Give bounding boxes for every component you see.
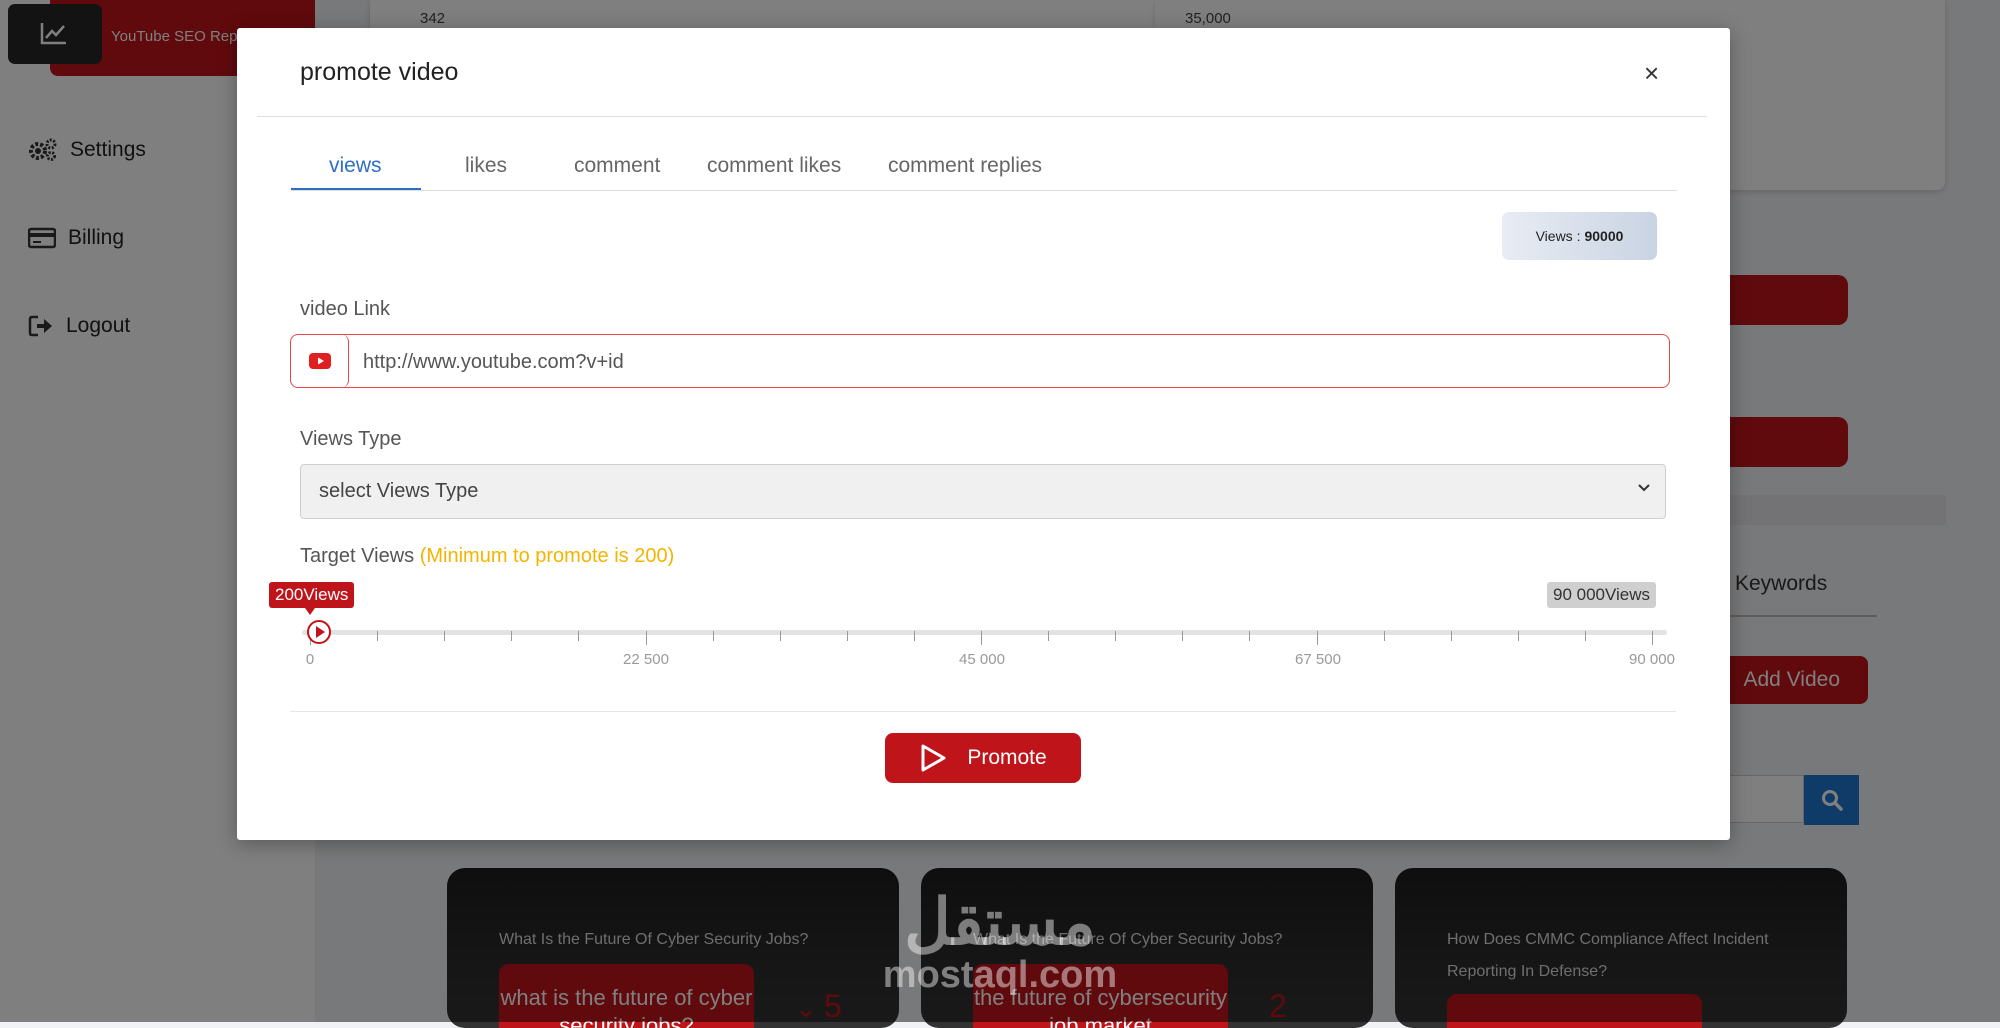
views-type-select[interactable]: select Views Type xyxy=(300,464,1666,519)
slider-tick xyxy=(1584,631,1586,641)
watermark-latin: mostaql.com xyxy=(882,954,1118,996)
views-balance-badge: Views : 90000 xyxy=(1502,212,1657,260)
slider-tick xyxy=(846,631,848,641)
slider-tick xyxy=(1182,631,1184,641)
slider-thumb[interactable] xyxy=(306,620,331,644)
promote-label: Promote xyxy=(967,746,1047,769)
video-link-field xyxy=(290,334,1670,388)
slider-max-pill: 90 000Views xyxy=(1547,582,1657,608)
slider-tick xyxy=(981,631,982,645)
target-views-label: Target Views (Minimum to promote is 200) xyxy=(300,545,674,568)
video-link-input[interactable] xyxy=(361,341,1655,383)
tab-likes[interactable]: likes xyxy=(465,154,507,178)
youtube-icon xyxy=(308,353,331,369)
watermark: مستقل mostaql.com xyxy=(878,890,1122,997)
tab-views[interactable]: views xyxy=(329,154,382,178)
tick-label-3: 67 500 xyxy=(1295,651,1341,668)
slider-tick xyxy=(578,631,580,641)
slider-tick xyxy=(645,631,647,645)
slider-tick xyxy=(1450,631,1452,641)
slider-tick xyxy=(1115,631,1117,641)
views-type-selected: select Views Type xyxy=(319,480,479,502)
active-tab-indicator xyxy=(291,188,421,190)
modal-divider xyxy=(257,116,1707,117)
slider-tick xyxy=(779,631,781,641)
slider-tick xyxy=(1517,631,1519,641)
promote-button[interactable]: Promote xyxy=(885,733,1081,783)
slider-tick xyxy=(1383,631,1385,641)
badge-value: 90000 xyxy=(1584,228,1624,244)
tick-label-1: 22 500 xyxy=(623,651,669,668)
close-button[interactable]: × xyxy=(1644,58,1659,89)
promote-tabs: views likes comment comment likes commen… xyxy=(291,148,1677,191)
promote-video-modal: promote video × views likes comment comm… xyxy=(237,28,1730,840)
modal-divider xyxy=(290,711,1676,712)
slider-min-pill: 200Views xyxy=(269,582,355,615)
slider-tick xyxy=(511,631,513,641)
tick-label-0: 0 xyxy=(305,651,315,668)
target-views-hint: (Minimum to promote is 200) xyxy=(419,545,675,567)
tab-comment-replies[interactable]: comment replies xyxy=(888,154,1042,178)
target-views-slider[interactable] xyxy=(302,630,1667,635)
tab-comment[interactable]: comment xyxy=(574,154,660,178)
video-link-label: video Link xyxy=(300,298,391,320)
tab-comment-likes[interactable]: comment likes xyxy=(707,154,841,178)
play-icon xyxy=(921,744,946,772)
views-type-label: Views Type xyxy=(300,428,402,450)
slider-tick xyxy=(1652,631,1653,645)
slider-tick xyxy=(1048,631,1050,641)
tick-label-2: 45 000 xyxy=(959,651,1005,668)
modal-title: promote video xyxy=(300,58,459,86)
slider-tick xyxy=(444,631,446,641)
watermark-arabic: مستقل xyxy=(904,886,1096,958)
slider-tick xyxy=(1249,631,1251,641)
youtube-addon xyxy=(291,334,349,388)
slider-tick xyxy=(1316,631,1318,645)
badge-label: Views : xyxy=(1535,228,1581,244)
slider-tick xyxy=(712,631,714,641)
tick-label-4: 90 000 xyxy=(1629,651,1675,668)
slider-tick xyxy=(913,631,915,641)
slider-tick xyxy=(377,631,379,641)
chevron-down-icon xyxy=(1638,484,1650,492)
target-views-title: Target Views xyxy=(300,545,415,567)
